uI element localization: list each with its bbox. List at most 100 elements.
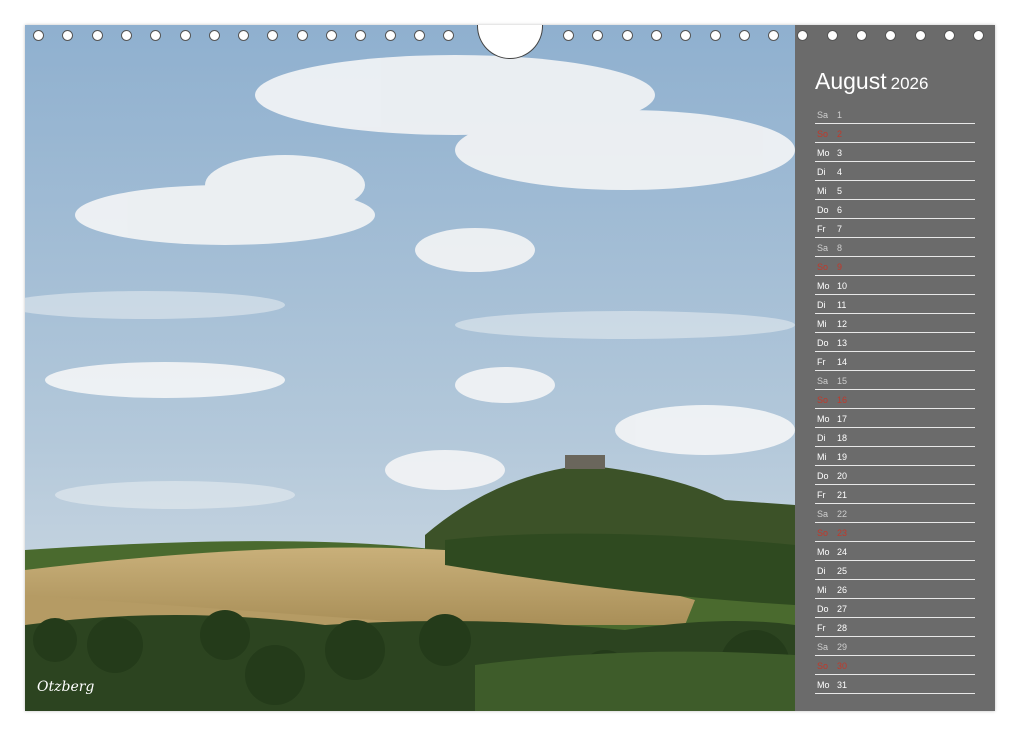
day-row: Sa 8 (815, 238, 975, 257)
day-row: Fr 7 (815, 219, 975, 238)
weekday-label: Fr (817, 224, 826, 234)
binding-hole (856, 30, 867, 41)
day-number: 25 (837, 566, 848, 576)
day-number: 28 (837, 623, 848, 633)
weekday-label: So (817, 262, 829, 272)
binding-hole (914, 30, 926, 41)
weekday-label: Mi (817, 186, 827, 196)
binding-hole (650, 30, 662, 41)
day-number: 24 (837, 547, 848, 557)
weekday-label: Mo (817, 281, 830, 291)
weekday-label: Mo (817, 148, 830, 158)
binding-hole (326, 30, 337, 41)
weekday-label: Mi (817, 452, 827, 462)
weekday-label: Sa (817, 509, 829, 519)
weekday-label: Sa (817, 243, 829, 253)
day-row: Do 27 (815, 599, 975, 618)
day-number: 31 (837, 680, 848, 690)
binding-hole (413, 30, 425, 41)
day-number: 22 (837, 509, 848, 519)
day-row: Di 18 (815, 428, 975, 447)
day-number: 8 (837, 243, 843, 253)
binding-hole (943, 30, 955, 41)
weekday-label: Sa (817, 110, 829, 120)
weekday-label: Mi (817, 319, 827, 329)
binding-hole (33, 30, 44, 41)
binding-holes (0, 0, 1020, 41)
day-row: Mi 5 (815, 181, 975, 200)
binding-hole (179, 30, 191, 41)
binding-hole (826, 30, 838, 41)
calendar-page: Otzberg August 2026 Sa 1 So 2 Mo 3 Di 4 Mi 5 Do 6 Fr 7… (25, 25, 995, 711)
weekday-label: So (817, 661, 829, 671)
day-number: 4 (837, 167, 843, 177)
day-number: 12 (837, 319, 848, 329)
binding-hole (208, 30, 220, 41)
calendar-panel: August 2026 Sa 1 So 2 Mo 3 Di 4 Mi 5 Do 6 Fr 7 Sa 8 So 9 Mo… (795, 25, 995, 711)
day-number: 23 (837, 528, 848, 538)
weekday-label: Di (817, 167, 826, 177)
day-row: Mo 24 (815, 542, 975, 561)
weekday-label: Sa (817, 642, 829, 652)
day-row: Do 20 (815, 466, 975, 485)
day-row: Sa 29 (815, 637, 975, 656)
weekday-label: Di (817, 300, 826, 310)
weekday-label: Fr (817, 357, 826, 367)
day-row: Di 25 (815, 561, 975, 580)
day-number: 20 (837, 471, 848, 481)
day-number: 10 (837, 281, 848, 291)
day-row: Mo 3 (815, 143, 975, 162)
day-row: Mo 17 (815, 409, 975, 428)
weekday-label: Do (817, 471, 829, 481)
photo-caption: Otzberg (37, 679, 95, 695)
weekday-label: Fr (817, 623, 826, 633)
binding-hole (120, 30, 132, 41)
day-list: Sa 1 So 2 Mo 3 Di 4 Mi 5 Do 6 Fr 7 Sa 8 So 9 Mo 10 Di 11 Mi 12 D… (815, 105, 975, 694)
weekday-label: Di (817, 433, 826, 443)
day-number: 1 (837, 110, 843, 120)
day-number: 18 (837, 433, 848, 443)
day-row: So 23 (815, 523, 975, 542)
day-number: 6 (837, 205, 843, 215)
day-number: 29 (837, 642, 848, 652)
day-number: 15 (837, 376, 848, 386)
day-row: Fr 21 (815, 485, 975, 504)
day-row: Sa 22 (815, 504, 975, 523)
landscape-photo (25, 25, 795, 711)
binding-hole (91, 30, 103, 41)
weekday-label: Do (817, 604, 829, 614)
weekday-label: So (817, 395, 829, 405)
day-number: 7 (837, 224, 843, 234)
day-number: 16 (837, 395, 848, 405)
day-row: So 16 (815, 390, 975, 409)
day-number: 11 (837, 300, 847, 310)
weekday-label: Mo (817, 547, 830, 557)
weekday-label: Mo (817, 680, 830, 690)
weekday-label: Fr (817, 490, 826, 500)
binding-hole (563, 30, 574, 41)
day-row: Mi 26 (815, 580, 975, 599)
day-row: Sa 1 (815, 105, 975, 124)
day-number: 5 (837, 186, 843, 196)
day-row: Mo 31 (815, 675, 975, 694)
day-row: Do 6 (815, 200, 975, 219)
binding-hole (296, 30, 308, 41)
day-row: So 2 (815, 124, 975, 143)
day-number: 30 (837, 661, 848, 671)
day-number: 27 (837, 604, 848, 614)
day-row: Di 11 (815, 295, 975, 314)
day-row: Sa 15 (815, 371, 975, 390)
day-number: 26 (837, 585, 848, 595)
weekday-label: Mo (817, 414, 830, 424)
day-row: Mo 10 (815, 276, 975, 295)
day-number: 21 (837, 490, 848, 500)
day-row: Di 4 (815, 162, 975, 181)
binding-hole (621, 30, 633, 41)
binding-hole (709, 30, 721, 41)
day-number: 3 (837, 148, 843, 158)
day-number: 19 (837, 452, 848, 462)
binding-hole (384, 30, 396, 41)
day-row: Mi 19 (815, 447, 975, 466)
day-row: Fr 28 (815, 618, 975, 637)
day-row: Do 13 (815, 333, 975, 352)
